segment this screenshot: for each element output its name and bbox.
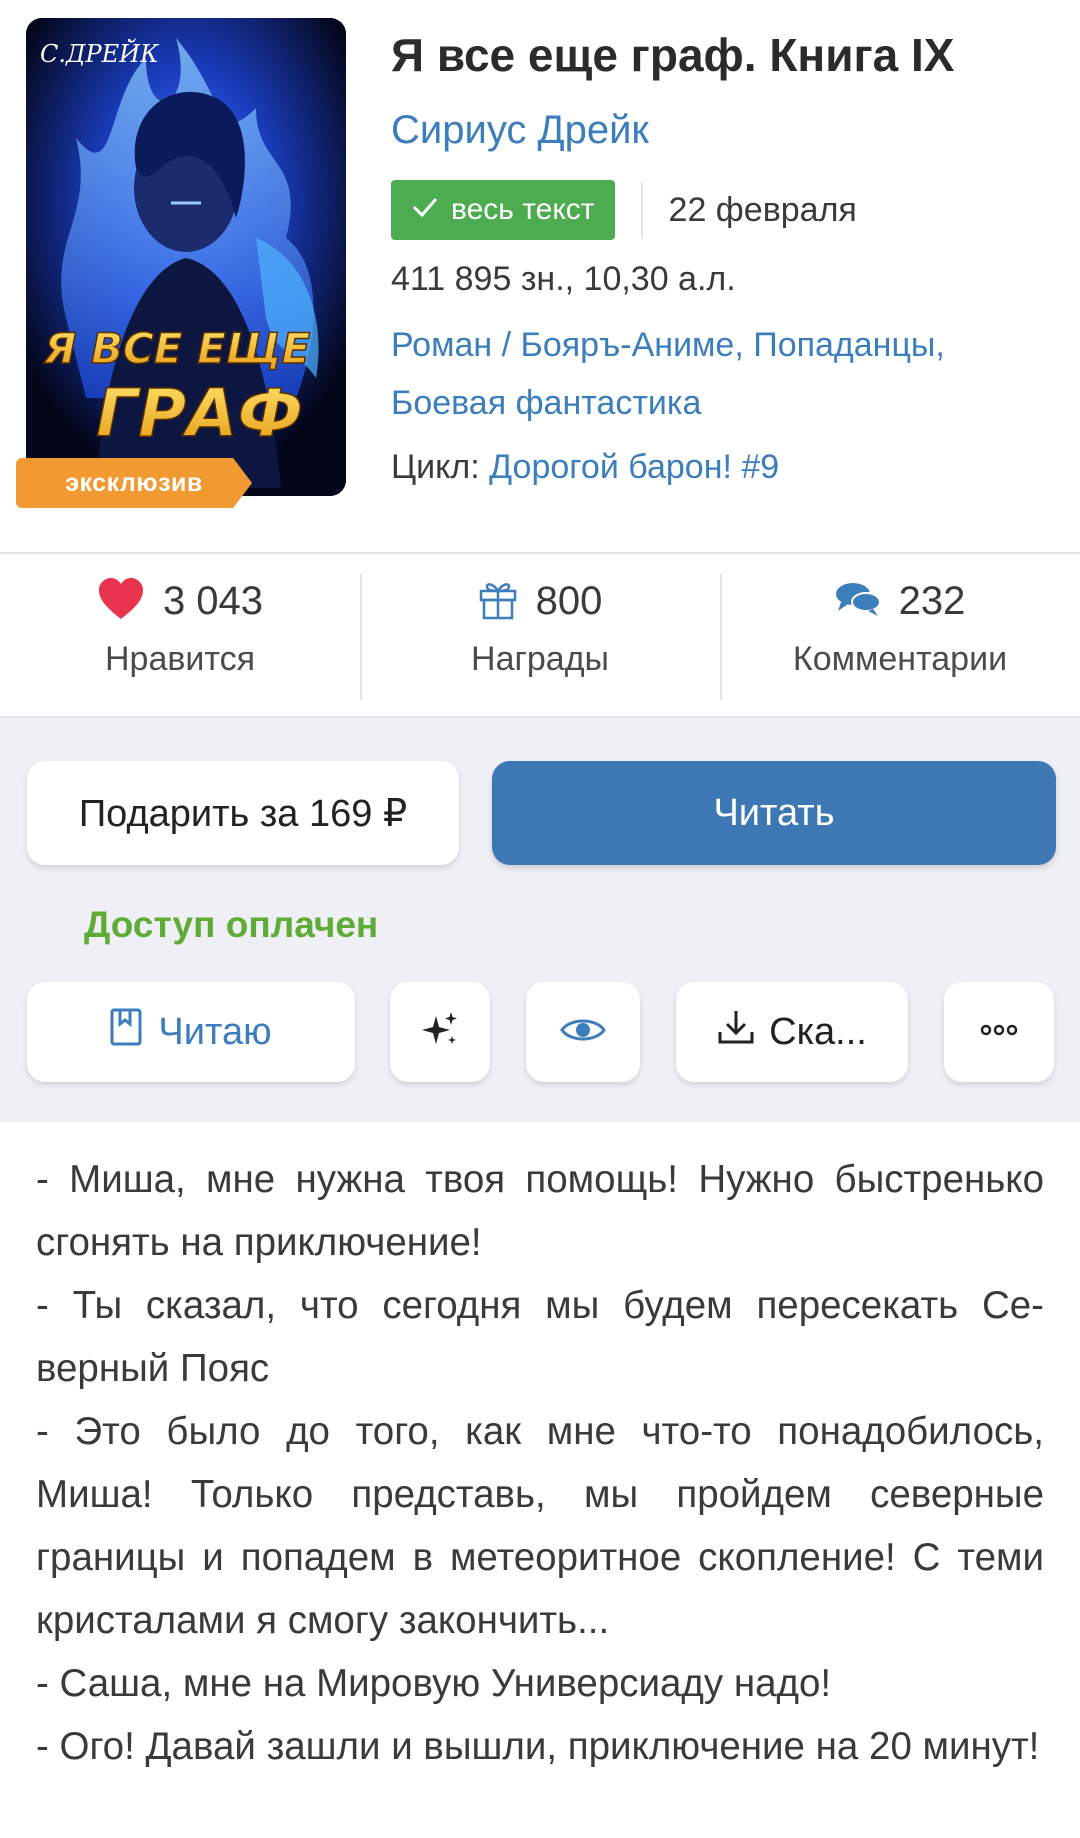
access-status: Доступ оплачен	[84, 904, 379, 945]
book-description: - Миша, мне нужна твоя помощь! Нужно бы­…	[0, 1122, 1080, 1778]
bookmark-book-icon	[110, 1008, 142, 1056]
stat-comments[interactable]: 232 Комментарии	[720, 554, 1080, 716]
eye-icon	[560, 1015, 606, 1050]
awards-label: Награды	[471, 640, 609, 678]
book-header: С.ДРЕЙК Я ВСЕ ЕЩЕ ГРАФ эксклюзив Я все е…	[0, 0, 1080, 554]
reading-label: Читаю	[158, 1010, 272, 1053]
heart-icon	[97, 577, 145, 626]
likes-label: Нравится	[104, 640, 256, 678]
status-row: весь текст 22 февраля	[391, 180, 1061, 240]
likes-count: 3 043	[162, 578, 264, 623]
svg-text:С.ДРЕЙК: С.ДРЕЙК	[40, 38, 160, 68]
more-button[interactable]	[944, 982, 1054, 1082]
comments-icon	[835, 581, 881, 622]
stats-bar: 3 043 Нравится 800 Награды 232 Комментар…	[0, 554, 1080, 718]
download-label: Ска...	[769, 1010, 867, 1053]
more-dots-icon	[979, 1023, 1019, 1041]
cycle-link[interactable]: Дорогой барон! #9	[489, 448, 779, 486]
genres: Роман / Бояръ-Аниме, Попаданцы, Боевая фа…	[391, 326, 945, 422]
genre-link[interactable]: Боевая фантастика	[391, 384, 701, 422]
watch-button[interactable]	[526, 982, 640, 1082]
awards-count: 800	[535, 578, 603, 623]
description-paragraph: - Миша, мне нужна твоя помощь! Нужно бы­…	[36, 1158, 1044, 1264]
svg-text:Я ВСЕ ЕЩЕ: Я ВСЕ ЕЩЕ	[43, 324, 310, 373]
book-info: Я все еще граф. Книга IX Сириус Дрейк ве…	[391, 22, 1061, 496]
comments-count: 232	[898, 578, 966, 623]
cycle-label: Цикл:	[391, 448, 490, 486]
gift-button[interactable]: Подарить за 169 ₽	[27, 761, 459, 865]
sparkle-icon	[420, 1010, 460, 1055]
divider	[640, 182, 643, 238]
description-paragraph: - Ты сказал, что сегодня мы будем пересе…	[36, 1284, 1044, 1390]
genre-separator: /	[492, 326, 521, 364]
ai-sparkle-button[interactable]	[390, 982, 490, 1082]
gift-icon	[478, 578, 518, 625]
genre-link[interactable]: Бояръ-Аниме	[521, 326, 735, 364]
description-paragraph: - Ого! Давай зашли и вышли, приключение …	[36, 1725, 1040, 1768]
stat-awards[interactable]: 800 Награды	[360, 554, 720, 716]
cover-art: С.ДРЕЙК Я ВСЕ ЕЩЕ ГРАФ	[26, 18, 346, 496]
description-paragraph: - Саша, мне на Мировую Универсиаду надо!	[36, 1662, 832, 1705]
description-paragraph: - Это было до того, как мне что-то понад…	[36, 1410, 1044, 1642]
download-icon	[717, 1008, 755, 1056]
actions-panel: Подарить за 169 ₽ Читать Доступ оплачен …	[0, 718, 1080, 1122]
svg-text:ГРАФ: ГРАФ	[96, 375, 303, 452]
book-cover[interactable]: С.ДРЕЙК Я ВСЕ ЕЩЕ ГРАФ	[26, 18, 346, 496]
comments-label: Комментарии	[792, 640, 1008, 678]
book-title: Я все еще граф. Книга IX	[391, 29, 955, 81]
exclusive-badge: эксклюзив	[16, 458, 252, 508]
status-label: весь текст	[451, 193, 595, 226]
genre-primary-link[interactable]: Роман	[391, 326, 492, 364]
read-button[interactable]: Читать	[492, 761, 1056, 865]
book-size: 411 895 зн., 10,30 а.л.	[391, 260, 736, 298]
stat-likes[interactable]: 3 043 Нравится	[0, 554, 360, 716]
author-link[interactable]: Сириус Дрейк	[391, 102, 649, 158]
status-badge: весь текст	[391, 180, 615, 240]
cycle: Цикл: Дорогой барон! #9	[391, 438, 1061, 496]
check-icon	[411, 193, 439, 227]
reading-button[interactable]: Читаю	[27, 982, 355, 1082]
genre-link[interactable]: Попаданцы	[753, 326, 935, 364]
publish-date: 22 февраля	[668, 190, 857, 229]
download-button[interactable]: Ска...	[676, 982, 908, 1082]
